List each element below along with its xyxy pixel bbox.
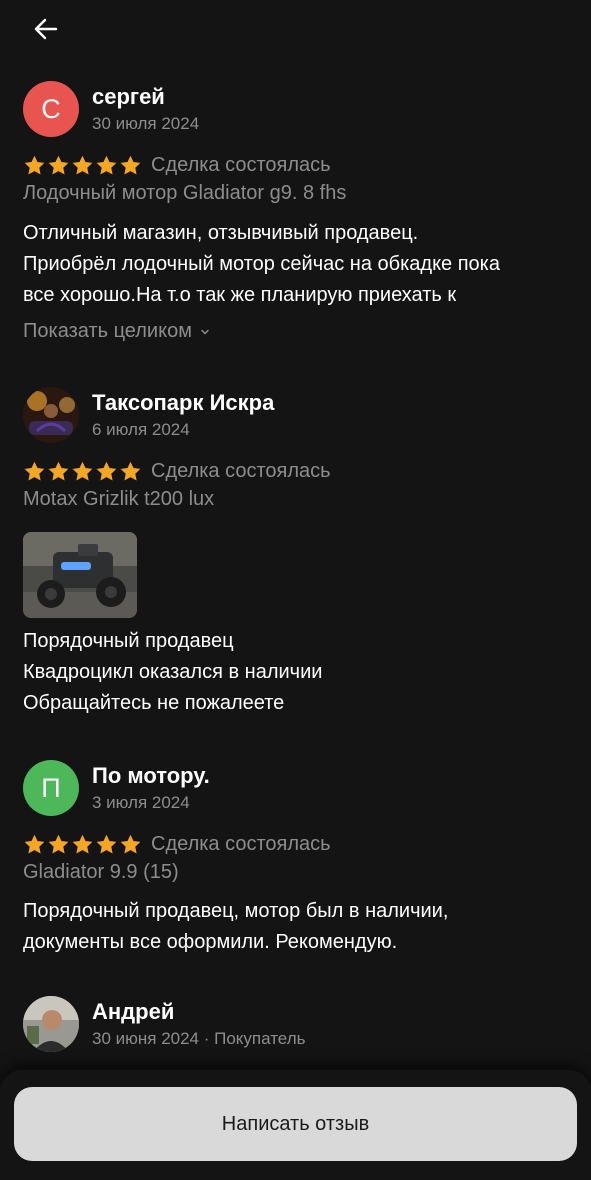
review-item: Таксопарк Искра 6 июля 2024 Сделка состо… xyxy=(23,387,568,727)
star-icon xyxy=(119,833,142,856)
star-icon xyxy=(23,833,46,856)
star-icon xyxy=(71,154,94,177)
review-product: Gladiator 9.9 (15) xyxy=(23,861,179,883)
star-icon xyxy=(95,460,118,483)
review-product: Лодочный мотор Gladiator g9. 8 fhs xyxy=(23,182,347,204)
write-review-button[interactable]: Написать отзыв xyxy=(14,1087,577,1161)
review-date: 3 июля 2024 xyxy=(92,793,190,812)
review-text-line: Обращайтесь не пожалеете xyxy=(23,692,285,714)
review-text: Порядочный продавец, мотор был в наличии… xyxy=(23,896,448,958)
star-icon xyxy=(95,833,118,856)
rating-stars xyxy=(23,460,142,483)
show-more-label: Показать целиком xyxy=(23,320,192,342)
review-item: С сергей 30 июля 2024 Сделка состоялась … xyxy=(23,81,568,351)
deal-status: Сделка состоялась xyxy=(151,153,331,176)
avatar[interactable]: П xyxy=(23,760,79,816)
rating-row: Сделка состоялась xyxy=(23,152,331,178)
deal-status: Сделка состоялась xyxy=(151,459,331,482)
rating-row: Сделка состоялась xyxy=(23,458,331,484)
review-date: 6 июля 2024 xyxy=(92,420,190,439)
review-text-line: документы все оформили. Рекомендую. xyxy=(23,931,398,953)
star-icon xyxy=(47,154,70,177)
avatar[interactable] xyxy=(23,996,79,1052)
avatar[interactable]: С xyxy=(23,81,79,137)
review-author[interactable]: сергей xyxy=(92,84,165,110)
user-photo-icon xyxy=(23,387,79,443)
star-icon xyxy=(23,460,46,483)
review-author[interactable]: По мотору. xyxy=(92,763,210,789)
rating-stars xyxy=(23,833,142,856)
arrow-left-icon xyxy=(34,18,58,40)
review-item: П По мотору. 3 июля 2024 Сделка состояла… xyxy=(23,760,568,970)
top-bar xyxy=(0,0,591,60)
star-icon xyxy=(47,833,70,856)
star-icon xyxy=(71,460,94,483)
review-text-line: все хорошо.На т.о так же планирую приеха… xyxy=(23,284,457,306)
review-text-line: Квадроцикл оказался в наличии xyxy=(23,661,323,683)
review-text-line: Порядочный продавец xyxy=(23,630,234,652)
rating-stars xyxy=(23,154,142,177)
star-icon xyxy=(119,460,142,483)
review-photo[interactable] xyxy=(23,532,137,618)
back-button[interactable] xyxy=(26,12,66,46)
review-text: Порядочный продавец Квадроцикл оказался … xyxy=(23,626,322,719)
avatar[interactable] xyxy=(23,387,79,443)
review-author[interactable]: Таксопарк Искра xyxy=(92,390,274,416)
user-photo-icon xyxy=(23,996,79,1052)
atv-photo xyxy=(23,532,137,618)
show-more-link[interactable]: Показать целиком xyxy=(23,320,210,343)
review-text-line: Порядочный продавец, мотор был в наличии… xyxy=(23,900,449,922)
review-text-line: Приобрёл лодочный мотор сейчас на обкадк… xyxy=(23,253,500,275)
star-icon xyxy=(23,154,46,177)
star-icon xyxy=(95,154,118,177)
bottom-action-panel: Написать отзыв xyxy=(0,1070,591,1180)
star-icon xyxy=(119,154,142,177)
review-text-line: Отличный магазин, отзывчивый продавец. xyxy=(23,222,419,244)
rating-row: Сделка состоялась xyxy=(23,831,331,857)
review-product: Motax Grizlik t200 lux xyxy=(23,488,215,510)
review-date: 30 июня 2024 · Покупатель xyxy=(92,1029,306,1048)
star-icon xyxy=(47,460,70,483)
review-date: 30 июля 2024 xyxy=(92,114,200,133)
deal-status: Сделка состоялась xyxy=(151,832,331,855)
star-icon xyxy=(71,833,94,856)
review-text: Отличный магазин, отзывчивый продавец. П… xyxy=(23,218,500,311)
chevron-down-icon xyxy=(201,329,209,335)
review-author[interactable]: Андрей xyxy=(92,999,174,1025)
